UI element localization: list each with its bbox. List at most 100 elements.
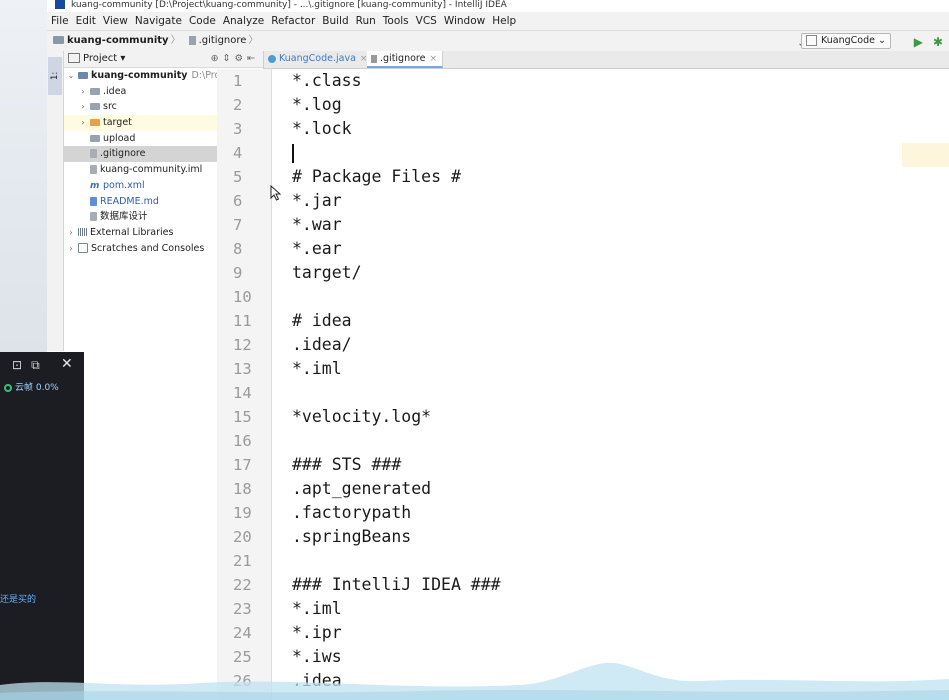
code-line[interactable]: target/ [272, 261, 902, 285]
lock-icon[interactable]: ⊡ [12, 358, 31, 372]
code-line[interactable]: .springBeans [272, 525, 902, 549]
chevron-down-icon[interactable]: ▾ [120, 53, 125, 64]
code-line[interactable]: *.ear [272, 237, 902, 261]
code-line[interactable]: *.iml [272, 357, 902, 381]
run-configuration-select[interactable]: KuangCode ⌄ [801, 33, 891, 49]
close-icon[interactable]: × [429, 54, 437, 64]
code-line[interactable] [272, 429, 902, 453]
code-line[interactable]: *.ipr [272, 621, 902, 645]
breadcrumb-project[interactable]: kuang-community [47, 31, 169, 50]
close-icon[interactable]: ✕ [61, 356, 73, 372]
line-number: 23 [233, 600, 252, 618]
code-line[interactable]: *.war [272, 213, 902, 237]
chevron-right-icon[interactable]: › [66, 241, 76, 257]
code-line[interactable] [272, 381, 902, 405]
chevron-right-icon[interactable]: › [78, 84, 88, 100]
widget-toolbar: ⊡⧉ [12, 358, 49, 373]
gear-icon[interactable]: ⚙ [235, 53, 248, 64]
project-tool-button[interactable]: 1: Project [48, 57, 74, 95]
menu-tools[interactable]: Tools [379, 15, 412, 27]
intellij-app-icon [55, 0, 65, 9]
code-line[interactable]: .idea [272, 669, 902, 693]
code-line[interactable] [272, 549, 902, 573]
project-panel-header: Project ▾ ⊕⇕⚙⇤ [64, 51, 263, 68]
line-number: 25 [233, 648, 252, 666]
code-line[interactable]: *.lock [272, 117, 902, 141]
code-line[interactable] [272, 141, 902, 165]
collapse-icon[interactable]: ⇕ [223, 53, 235, 64]
title-bar: kuang-community [D:\Project\kuang-commun… [47, 0, 949, 12]
desktop-background [0, 0, 47, 352]
code-line[interactable]: *velocity.log* [272, 405, 902, 429]
module-icon [78, 72, 88, 79]
tab-gitignore[interactable]: .gitignore × [367, 51, 444, 68]
chevron-right-icon[interactable]: › [66, 225, 76, 241]
window-title: kuang-community [D:\Project\kuang-commun… [71, 0, 507, 10]
menu-code[interactable]: Code [185, 15, 219, 27]
line-number: 21 [233, 552, 252, 570]
code-line[interactable]: ### STS ### [272, 453, 902, 477]
code-line[interactable] [272, 285, 902, 309]
line-number: 22 [233, 576, 252, 594]
menu-vcs[interactable]: VCS [412, 15, 440, 27]
project-view-selector[interactable]: Project [83, 53, 117, 64]
line-number: 14 [233, 384, 252, 402]
menu-build[interactable]: Build [319, 15, 352, 27]
folder-icon [90, 134, 100, 142]
line-number: 15 [233, 408, 252, 426]
breadcrumb-file[interactable]: .gitignore [183, 31, 246, 50]
line-number: 4 [233, 144, 243, 162]
tool-window-stripe: 1: Project [47, 51, 74, 351]
file-icon [90, 165, 97, 175]
menu-edit[interactable]: Edit [72, 15, 99, 27]
editor-tabs: KuangCode.java × .gitignore × [264, 51, 949, 69]
hide-icon[interactable]: ⇤ [247, 53, 259, 64]
folder-icon [90, 87, 100, 95]
menu-file[interactable]: File [47, 15, 72, 27]
code-line[interactable]: ### IntelliJ IDEA ### [272, 573, 902, 597]
chevron-right-icon[interactable]: › [78, 115, 88, 131]
locate-icon[interactable]: ⊕ [211, 53, 223, 64]
popout-icon[interactable]: ⧉ [31, 358, 49, 372]
code-line[interactable]: # Package Files # [272, 165, 902, 189]
chevron-down-icon[interactable]: ⌄ [66, 68, 76, 84]
menu-run[interactable]: Run [352, 15, 379, 27]
menu-help[interactable]: Help [489, 15, 520, 27]
line-number: 19 [233, 504, 252, 522]
chevron-right-icon[interactable]: › [78, 99, 88, 115]
line-number: 10 [233, 288, 252, 306]
menu-analyze[interactable]: Analyze [219, 15, 267, 27]
code-line[interactable]: *.jar [272, 189, 902, 213]
folder-icon [90, 103, 100, 111]
code-editor[interactable]: *.class *.log *.lock # Package Files # *.jar… [272, 69, 902, 700]
menu-navigate[interactable]: Navigate [131, 15, 185, 27]
line-number: 13 [233, 360, 252, 378]
code-line[interactable]: *.iws [272, 645, 902, 669]
panel-toolbar: ⊕⇕⚙⇤ [211, 51, 259, 67]
menu-view[interactable]: View [99, 15, 131, 27]
code-line[interactable]: *.log [272, 93, 902, 117]
library-icon [78, 228, 87, 237]
mouse-pointer-icon [270, 185, 281, 201]
line-number: 20 [233, 528, 252, 546]
maven-icon: m [90, 180, 100, 191]
line-number: 16 [233, 432, 252, 450]
code-line[interactable]: .idea/ [272, 333, 902, 357]
tab-kuangcode-java[interactable]: KuangCode.java × [264, 51, 374, 67]
code-line[interactable]: .factorypath [272, 501, 902, 525]
line-number: 6 [233, 192, 243, 210]
line-number: 24 [233, 624, 252, 642]
line-number: 3 [233, 120, 243, 138]
code-line[interactable]: .apt_generated [272, 477, 902, 501]
menu-window[interactable]: Window [440, 15, 488, 27]
menu-refactor[interactable]: Refactor [268, 15, 319, 27]
line-number: 11 [233, 312, 252, 330]
breadcrumb-separator: 〉 [248, 35, 259, 46]
line-number: 18 [233, 480, 252, 498]
debug-icon[interactable]: ✱ [933, 33, 943, 52]
code-line[interactable]: *.class [272, 69, 902, 93]
code-line[interactable]: *.iml [272, 597, 902, 621]
run-icon[interactable]: ▶ [914, 33, 923, 52]
file-icon [371, 54, 377, 63]
code-line[interactable]: # idea [272, 309, 902, 333]
